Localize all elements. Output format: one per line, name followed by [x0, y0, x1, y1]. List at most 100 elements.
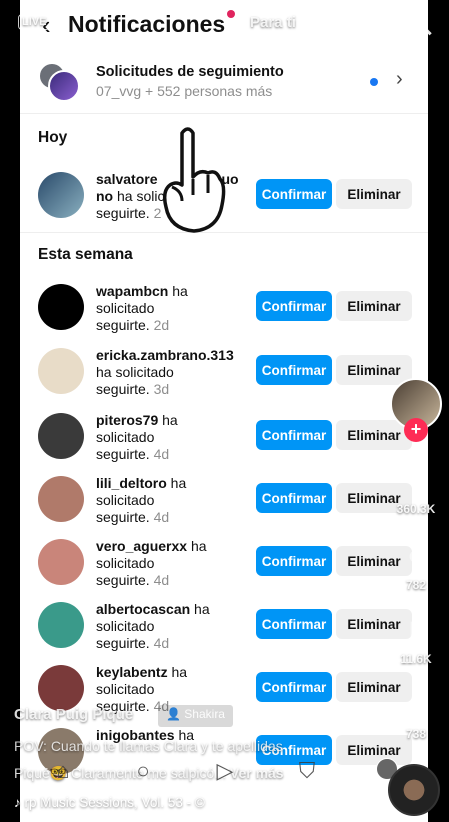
request-verb: solicitado: [96, 300, 155, 316]
avatar[interactable]: [38, 348, 84, 394]
search-icon[interactable]: [406, 12, 426, 32]
request-verb: solicitado: [96, 492, 155, 508]
music-note-icon: ♪: [14, 795, 21, 810]
confirm-button[interactable]: Confirmar: [256, 355, 332, 385]
request-verb-end: seguirte.: [96, 381, 150, 397]
request-verb: ha: [166, 475, 187, 491]
delete-button[interactable]: Eliminar: [336, 355, 412, 385]
list-item: wapambcn ha solicitado seguirte. 2d Confirm…: [20, 278, 428, 338]
request-verb: ha: [168, 283, 188, 299]
list-item: albertocascan ha solicitado seguirte. 4d Co…: [20, 596, 428, 656]
username[interactable]: piteros79: [96, 412, 158, 428]
avatar[interactable]: [38, 665, 84, 711]
request-verb: ha solicitado: [96, 364, 174, 380]
home-indicator[interactable]: [152, 812, 297, 817]
timestamp: 3d: [153, 381, 170, 397]
request-text: piteros79 ha solicitado seguirte. 4d: [96, 412, 264, 463]
timestamp: 4d: [153, 635, 170, 651]
confirm-button[interactable]: Confirmar: [256, 672, 332, 702]
music-disc[interactable]: [388, 764, 440, 816]
request-text: albertocascan ha solicitado seguirte. 4d: [96, 601, 264, 652]
bookmark-icon[interactable]: ▮: [400, 616, 432, 648]
timestamp: 4d: [153, 446, 170, 462]
share-count: 738: [405, 727, 427, 741]
request-verb: solicitado: [96, 618, 155, 634]
comment-count: 782: [405, 578, 427, 592]
collab-name: Shakira: [184, 707, 225, 721]
chevron-right-icon: ›: [396, 68, 403, 90]
username[interactable]: ericka.zambrano.313: [96, 347, 234, 363]
request-verb: solicitado: [96, 681, 155, 697]
caption-text: Piqué: [14, 765, 50, 781]
username[interactable]: albertocascan: [96, 601, 190, 617]
notification-dot: [227, 10, 235, 18]
username[interactable]: vero_aguerxx: [96, 538, 187, 554]
person-icon: 👤: [166, 707, 181, 721]
tab-for-you[interactable]: Para ti: [250, 14, 296, 31]
timestamp: 4d: [153, 572, 170, 588]
confirm-button[interactable]: Confirmar: [256, 420, 332, 450]
list-item: piteros79 ha solicitado seguirte. 4d Confir…: [20, 407, 428, 467]
section-heading-today: Hoy: [38, 129, 68, 146]
avatar: [48, 70, 80, 102]
username[interactable]: wapambcn: [96, 283, 168, 299]
follow-requests-title: Solicitudes de seguimiento: [96, 64, 284, 80]
follow-requests-subtitle: 07_vvg + 552 personas más: [96, 83, 273, 99]
live-icon[interactable]: LIVE: [18, 14, 51, 30]
confirm-button[interactable]: Confirmar: [256, 609, 332, 639]
list-item: ericka.zambrano.313 ha solicitado seguirte…: [20, 342, 428, 402]
collab-tag[interactable]: 👤 Shakira: [158, 705, 233, 727]
avatar[interactable]: [38, 602, 84, 648]
instagram-notifications-screen: ‹ Notificaciones Solicitudes de seguimie…: [20, 0, 428, 822]
caption-line-1: POV: Cuando te llamas Clara y te apellid…: [14, 738, 283, 754]
avatar[interactable]: [38, 284, 84, 330]
request-verb-end: seguirte.: [96, 446, 150, 462]
confirm-button[interactable]: Confirmar: [256, 483, 332, 513]
comment-icon[interactable]: ●: [400, 540, 432, 572]
tab-underline: [258, 41, 294, 43]
request-text: vero_aguerxx ha solicitado seguirte. 4d: [96, 538, 264, 589]
music-title: rp Music Sessions, Vol. 53 - ©: [24, 795, 205, 810]
delete-button[interactable]: Eliminar: [336, 179, 412, 209]
avatar[interactable]: [38, 172, 84, 218]
search-nav-icon[interactable]: ○: [130, 758, 156, 784]
request-verb-end: seguirte.: [96, 205, 150, 221]
creator-name[interactable]: Clara Puig Piqué: [14, 706, 133, 723]
request-verb: ha: [158, 412, 178, 428]
confirm-button[interactable]: Confirmar: [256, 179, 332, 209]
avatar[interactable]: [38, 539, 84, 585]
username[interactable]: salvatore: [96, 171, 157, 187]
page-title: Notificaciones: [68, 11, 226, 37]
request-text: wapambcn ha solicitado seguirte. 2d: [96, 283, 264, 334]
request-verb-end: seguirte.: [96, 572, 150, 588]
request-text: ericka.zambrano.313 ha solicitado seguirte…: [96, 347, 264, 398]
request-verb-end: seguirte.: [96, 635, 150, 651]
unread-dot: [370, 78, 378, 86]
music-label[interactable]: ♪ rp Music Sessions, Vol. 53 - ©: [14, 795, 205, 810]
request-verb: solicitado: [96, 429, 155, 445]
home-icon[interactable]: ⌂: [50, 758, 76, 784]
avatar[interactable]: [38, 413, 84, 459]
shop-icon[interactable]: ⛉: [294, 758, 320, 784]
avatar[interactable]: [38, 476, 84, 522]
share-icon[interactable]: ➦: [400, 690, 432, 722]
reels-icon[interactable]: ▷: [212, 758, 238, 784]
follow-plus-button[interactable]: +: [404, 418, 428, 442]
request-verb: solicitado: [96, 555, 155, 571]
save-count: 11.6K: [400, 652, 432, 666]
username[interactable]: lili_deltoro: [96, 475, 167, 491]
timestamp: 2d: [153, 317, 170, 333]
request-text: lili_deltoro ha solicitado seguirte. 4d: [96, 475, 264, 526]
request-verb: ha: [190, 601, 210, 617]
delete-button[interactable]: Eliminar: [336, 291, 412, 321]
request-verb: ha: [167, 664, 188, 680]
username[interactable]: keylabentz: [96, 664, 168, 680]
username-cont: no: [96, 188, 114, 204]
section-heading-this-week: Esta semana: [38, 246, 133, 263]
pointing-hand-icon: [160, 125, 226, 247]
confirm-button[interactable]: Confirmar: [256, 546, 332, 576]
follow-requests-row[interactable]: Solicitudes de seguimiento 07_vvg + 552 …: [20, 52, 428, 114]
heart-icon[interactable]: ♥: [400, 462, 432, 494]
confirm-button[interactable]: Confirmar: [256, 291, 332, 321]
like-count: 360.3K: [396, 502, 436, 516]
